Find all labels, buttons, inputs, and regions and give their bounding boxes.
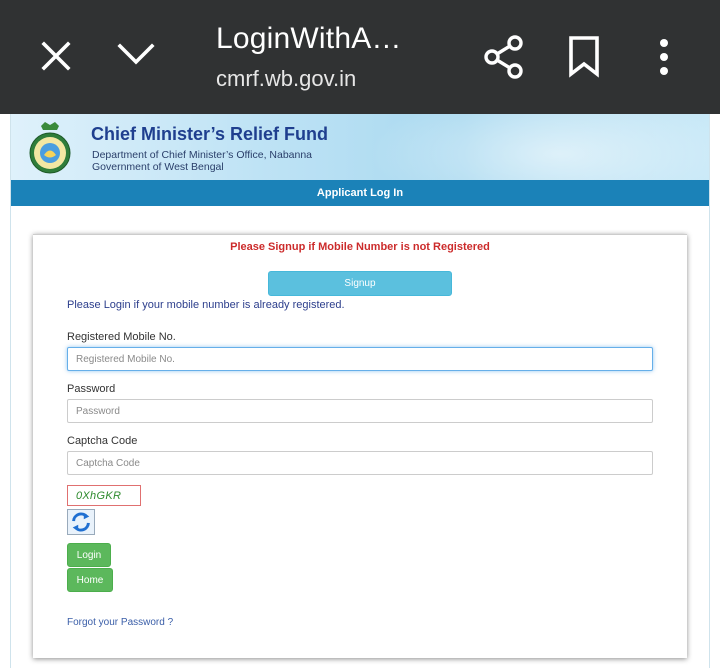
- password-label: Password: [67, 383, 116, 395]
- signup-button[interactable]: Signup: [268, 271, 452, 296]
- browser-toolbar: LoginWithA… cmrf.wb.gov.in: [0, 0, 720, 114]
- home-button[interactable]: Home: [67, 568, 113, 592]
- close-icon[interactable]: [36, 36, 76, 76]
- share-icon[interactable]: [482, 34, 526, 80]
- login-note: Please Login if your mobile number is al…: [67, 299, 345, 311]
- site-header-banner: Chief Minister’s Relief Fund Department …: [11, 114, 709, 180]
- chevron-down-icon[interactable]: [114, 38, 158, 74]
- bookmark-icon[interactable]: [566, 34, 602, 78]
- login-button[interactable]: Login: [67, 543, 111, 567]
- refresh-captcha-icon[interactable]: [67, 509, 95, 535]
- password-input[interactable]: [67, 399, 653, 423]
- signup-warning: Please Signup if Mobile Number is not Re…: [230, 241, 490, 253]
- captcha-label: Captcha Code: [67, 435, 138, 447]
- site-subtitle-department: Department of Chief Minister’s Office, N…: [92, 149, 313, 161]
- more-vert-icon[interactable]: [648, 36, 680, 80]
- section-title: Applicant Log In: [316, 187, 404, 199]
- site-title: Chief Minister’s Relief Fund: [91, 124, 329, 144]
- page-frame: Chief Minister’s Relief Fund Department …: [10, 114, 710, 668]
- forgot-password-link[interactable]: Forgot your Password ?: [67, 617, 173, 628]
- site-subtitle-government: Government of West Bengal: [92, 161, 224, 173]
- captcha-image: 0XhGKR: [67, 485, 141, 506]
- mobile-input[interactable]: [67, 347, 653, 371]
- login-card: Please Signup if Mobile Number is not Re…: [33, 234, 687, 658]
- section-title-bar: Applicant Log In: [11, 180, 709, 206]
- state-emblem-icon: [29, 122, 71, 174]
- captcha-text: 0XhGKR: [76, 489, 122, 502]
- web-page: Chief Minister’s Relief Fund Department …: [0, 114, 720, 668]
- browser-url[interactable]: cmrf.wb.gov.in: [216, 66, 356, 92]
- captcha-input[interactable]: [67, 451, 653, 475]
- mobile-label: Registered Mobile No.: [67, 331, 176, 343]
- browser-page-title: LoginWithA…: [216, 22, 402, 55]
